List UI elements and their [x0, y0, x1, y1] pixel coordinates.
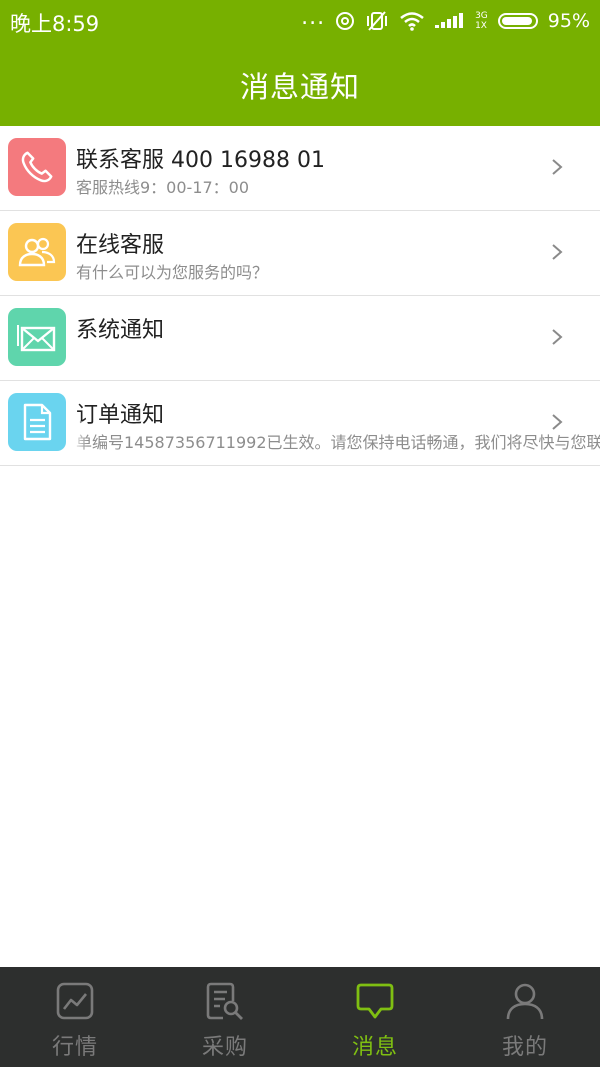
- chevron-right-icon: [552, 414, 563, 430]
- item-subtitle-marquee: 单编号14587356711992已生效。请您保持电话畅通，我们将尽快与您联: [76, 433, 600, 452]
- status-time: 晚上8:59: [10, 12, 100, 36]
- list-item-customer-service-phone[interactable]: 联系客服 400 16988 01 客服热线9：00-17：00: [0, 126, 600, 211]
- list-item-online-service[interactable]: 在线客服 有什么可以为您服务的吗？: [0, 211, 600, 296]
- network-type-bottom: 1X: [475, 21, 487, 31]
- battery-icon: [497, 13, 538, 29]
- chevron-right-icon: [552, 244, 563, 260]
- sync-icon: [336, 12, 355, 30]
- purchase-search-icon: [206, 982, 243, 1020]
- item-title: 系统通知: [76, 318, 165, 343]
- list-item-system-notice[interactable]: 系统通知: [0, 296, 600, 381]
- user-icon: [506, 983, 544, 1020]
- item-title: 在线客服: [76, 233, 165, 258]
- item-title: 订单通知: [76, 403, 165, 428]
- tab-market[interactable]: 行情: [0, 967, 150, 1067]
- message-list: 联系客服 400 16988 01 客服热线9：00-17：00 在线客服 有什…: [0, 126, 600, 466]
- phone-icon: [8, 138, 66, 196]
- tab-profile[interactable]: 我的: [450, 967, 600, 1067]
- notification-dots: ...: [301, 4, 326, 30]
- message-bubble-icon: [356, 983, 394, 1019]
- vibrate-mute-icon: [367, 11, 388, 31]
- status-bar: 晚上8:59 ... 3G 1X 95%: [0, 0, 600, 42]
- people-icon: [8, 223, 66, 281]
- battery-percent: 95%: [547, 10, 590, 32]
- wifi-icon: [400, 12, 424, 31]
- network-type-top: 3G: [475, 11, 488, 21]
- envelope-icon: [8, 308, 66, 366]
- chart-icon: [56, 982, 94, 1020]
- marquee-fade: [72, 421, 88, 451]
- tab-purchase[interactable]: 采购: [150, 967, 300, 1067]
- network-type: 3G 1X: [475, 11, 488, 31]
- item-subtitle: 客服热线9：00-17：00: [76, 178, 250, 197]
- list-item-order-notice[interactable]: 订单通知 单编号14587356711992已生效。请您保持电话畅通，我们将尽快…: [0, 381, 600, 466]
- header: 消息通知: [0, 42, 600, 126]
- bottom-nav: 行情 采购 消息 我的: [0, 967, 600, 1067]
- status-icons: ... 3G 1X 95%: [301, 4, 590, 36]
- document-icon: [8, 393, 66, 451]
- item-title: 联系客服 400 16988 01: [76, 148, 325, 173]
- signal-icon: [435, 13, 464, 28]
- chevron-right-icon: [552, 329, 563, 345]
- tab-label: 采购: [201, 1035, 248, 1060]
- page-title: 消息通知: [239, 70, 360, 104]
- tab-label: 我的: [501, 1035, 548, 1060]
- tab-messages[interactable]: 消息: [300, 967, 450, 1067]
- tab-label: 行情: [51, 1035, 98, 1060]
- item-subtitle: 有什么可以为您服务的吗？: [76, 263, 269, 282]
- tab-label: 消息: [351, 1035, 398, 1060]
- chevron-right-icon: [552, 159, 563, 175]
